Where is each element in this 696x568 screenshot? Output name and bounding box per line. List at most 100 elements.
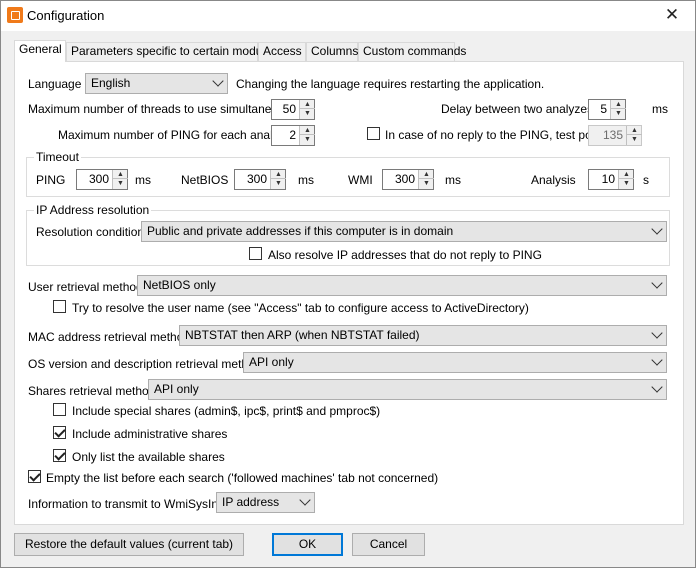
available-shares-checkbox[interactable] [53, 449, 66, 462]
chevron-down-icon [651, 223, 663, 235]
wmi-timeout-spinner[interactable]: 300 ▲ ▼ [382, 169, 434, 190]
resolution-condition-select[interactable]: Public and private addresses if this com… [141, 221, 667, 242]
wmi-timeout-label: WMI [348, 173, 373, 187]
also-resolve-checkbox[interactable] [249, 247, 262, 260]
spin-up-icon[interactable]: ▲ [419, 170, 434, 179]
cancel-button[interactable]: Cancel [352, 533, 425, 556]
special-shares-label: Include special shares (admin$, ipc$, pr… [72, 404, 381, 418]
mac-method-value: NBTSTAT then ARP (when NBTSTAT failed) [185, 328, 420, 342]
ip-resolution-group-label: IP Address resolution [34, 203, 152, 217]
tab-general[interactable]: General [14, 40, 66, 62]
empty-list-checkbox[interactable] [28, 470, 41, 483]
wmi-timeout-unit: ms [445, 173, 461, 187]
user-method-label: User retrieval method [28, 280, 143, 294]
wmisys-value: IP address [222, 495, 280, 509]
noreply-checkbox[interactable] [367, 127, 380, 140]
window-title: Configuration [27, 8, 105, 23]
user-method-value: NetBIOS only [143, 278, 216, 292]
resolve-user-label: Try to resolve the user name (see "Acces… [72, 301, 529, 315]
wmisys-label: Information to transmit to WmiSysInfos [28, 497, 235, 511]
delay-unit: ms [652, 102, 668, 116]
tab-access[interactable]: Access [258, 42, 306, 61]
chevron-down-icon [651, 381, 663, 393]
spin-down-icon[interactable]: ▼ [627, 135, 642, 144]
spin-up-icon[interactable]: ▲ [611, 100, 626, 109]
netbios-timeout-unit: ms [298, 173, 314, 187]
analysis-timeout-value: 10 [601, 172, 615, 186]
language-select[interactable]: English [85, 73, 228, 94]
threads-spinner[interactable]: 50 ▲ ▼ [271, 99, 315, 120]
spin-down-icon[interactable]: ▼ [300, 135, 315, 144]
chevron-down-icon [651, 277, 663, 289]
delay-value: 5 [600, 102, 607, 116]
special-shares-checkbox[interactable] [53, 403, 66, 416]
title-bar[interactable]: Configuration ✕ [1, 1, 695, 31]
threads-label: Maximum number of threads to use simulta… [28, 102, 300, 116]
spin-up-icon[interactable]: ▲ [113, 170, 128, 179]
analysis-timeout-label: Analysis [531, 173, 576, 187]
tab-columns[interactable]: Columns [306, 42, 358, 61]
resolve-user-checkbox[interactable] [53, 300, 66, 313]
spin-up-icon[interactable]: ▲ [300, 100, 315, 109]
chevron-down-icon [651, 327, 663, 339]
spin-down-icon[interactable]: ▼ [619, 179, 634, 188]
spin-up-icon[interactable]: ▲ [300, 126, 315, 135]
configuration-window: Configuration ✕ General Parameters speci… [0, 0, 696, 568]
app-icon [7, 7, 23, 23]
ping-timeout-label: PING [36, 173, 66, 187]
tab-custom-commands[interactable]: Custom commands [358, 42, 466, 61]
also-resolve-label: Also resolve IP addresses that do not re… [268, 248, 542, 262]
os-method-value: API only [249, 355, 294, 369]
general-tab-panel: Language English Changing the language r… [14, 61, 684, 525]
available-shares-label: Only list the available shares [72, 450, 225, 464]
admin-shares-checkbox[interactable] [53, 426, 66, 439]
spin-down-icon[interactable]: ▼ [611, 109, 626, 118]
os-method-select[interactable]: API only [243, 352, 667, 373]
delay-label: Delay between two analyzes [441, 102, 594, 116]
wmisys-select[interactable]: IP address [216, 492, 315, 513]
netbios-timeout-label: NetBIOS [181, 173, 229, 187]
noreply-label: In case of no reply to the PING, test po… [385, 128, 600, 142]
close-button[interactable]: ✕ [649, 1, 695, 31]
ping-timeout-spinner[interactable]: 300 ▲ ▼ [76, 169, 128, 190]
delay-spinner[interactable]: 5 ▲ ▼ [588, 99, 626, 120]
mac-method-label: MAC address retrieval method [28, 330, 191, 344]
spin-down-icon[interactable]: ▼ [300, 109, 315, 118]
resolution-condition-value: Public and private addresses if this com… [147, 224, 454, 238]
shares-method-select[interactable]: API only [148, 379, 667, 400]
port-spinner[interactable]: 135 ▲ ▼ [588, 125, 642, 146]
spin-down-icon[interactable]: ▼ [271, 179, 286, 188]
ping-count-value: 2 [289, 128, 296, 142]
language-value: English [91, 76, 131, 90]
netbios-timeout-value: 300 [246, 172, 267, 186]
language-label: Language [28, 77, 82, 91]
tab-parameters[interactable]: Parameters specific to certain modules [66, 42, 278, 61]
chevron-down-icon [212, 75, 224, 87]
spin-up-icon[interactable]: ▲ [627, 126, 642, 135]
mac-method-select[interactable]: NBTSTAT then ARP (when NBTSTAT failed) [179, 325, 667, 346]
ping-timeout-unit: ms [135, 173, 151, 187]
ping-count-spinner[interactable]: 2 ▲ ▼ [271, 125, 315, 146]
resolution-condition-label: Resolution condition [36, 225, 145, 239]
ping-timeout-value: 300 [88, 172, 109, 186]
spin-down-icon[interactable]: ▼ [419, 179, 434, 188]
port-value: 135 [602, 128, 623, 142]
os-method-label: OS version and description retrieval met… [28, 357, 262, 371]
shares-method-value: API only [154, 382, 199, 396]
spin-down-icon[interactable]: ▼ [113, 179, 128, 188]
language-note: Changing the language requires restartin… [236, 77, 545, 91]
timeout-group-label: Timeout [34, 150, 81, 164]
analysis-timeout-unit: s [643, 173, 649, 187]
wmi-timeout-value: 300 [394, 172, 415, 186]
ping-count-label: Maximum number of PING for each analysis [58, 128, 294, 142]
spin-up-icon[interactable]: ▲ [271, 170, 286, 179]
netbios-timeout-spinner[interactable]: 300 ▲ ▼ [234, 169, 286, 190]
shares-method-label: Shares retrieval method [28, 384, 156, 398]
spin-up-icon[interactable]: ▲ [619, 170, 634, 179]
ok-button[interactable]: OK [272, 533, 343, 556]
user-method-select[interactable]: NetBIOS only [137, 275, 667, 296]
analysis-timeout-spinner[interactable]: 10 ▲ ▼ [588, 169, 634, 190]
restore-defaults-button[interactable]: Restore the default values (current tab) [14, 533, 244, 556]
chevron-down-icon [299, 494, 311, 506]
chevron-down-icon [651, 354, 663, 366]
